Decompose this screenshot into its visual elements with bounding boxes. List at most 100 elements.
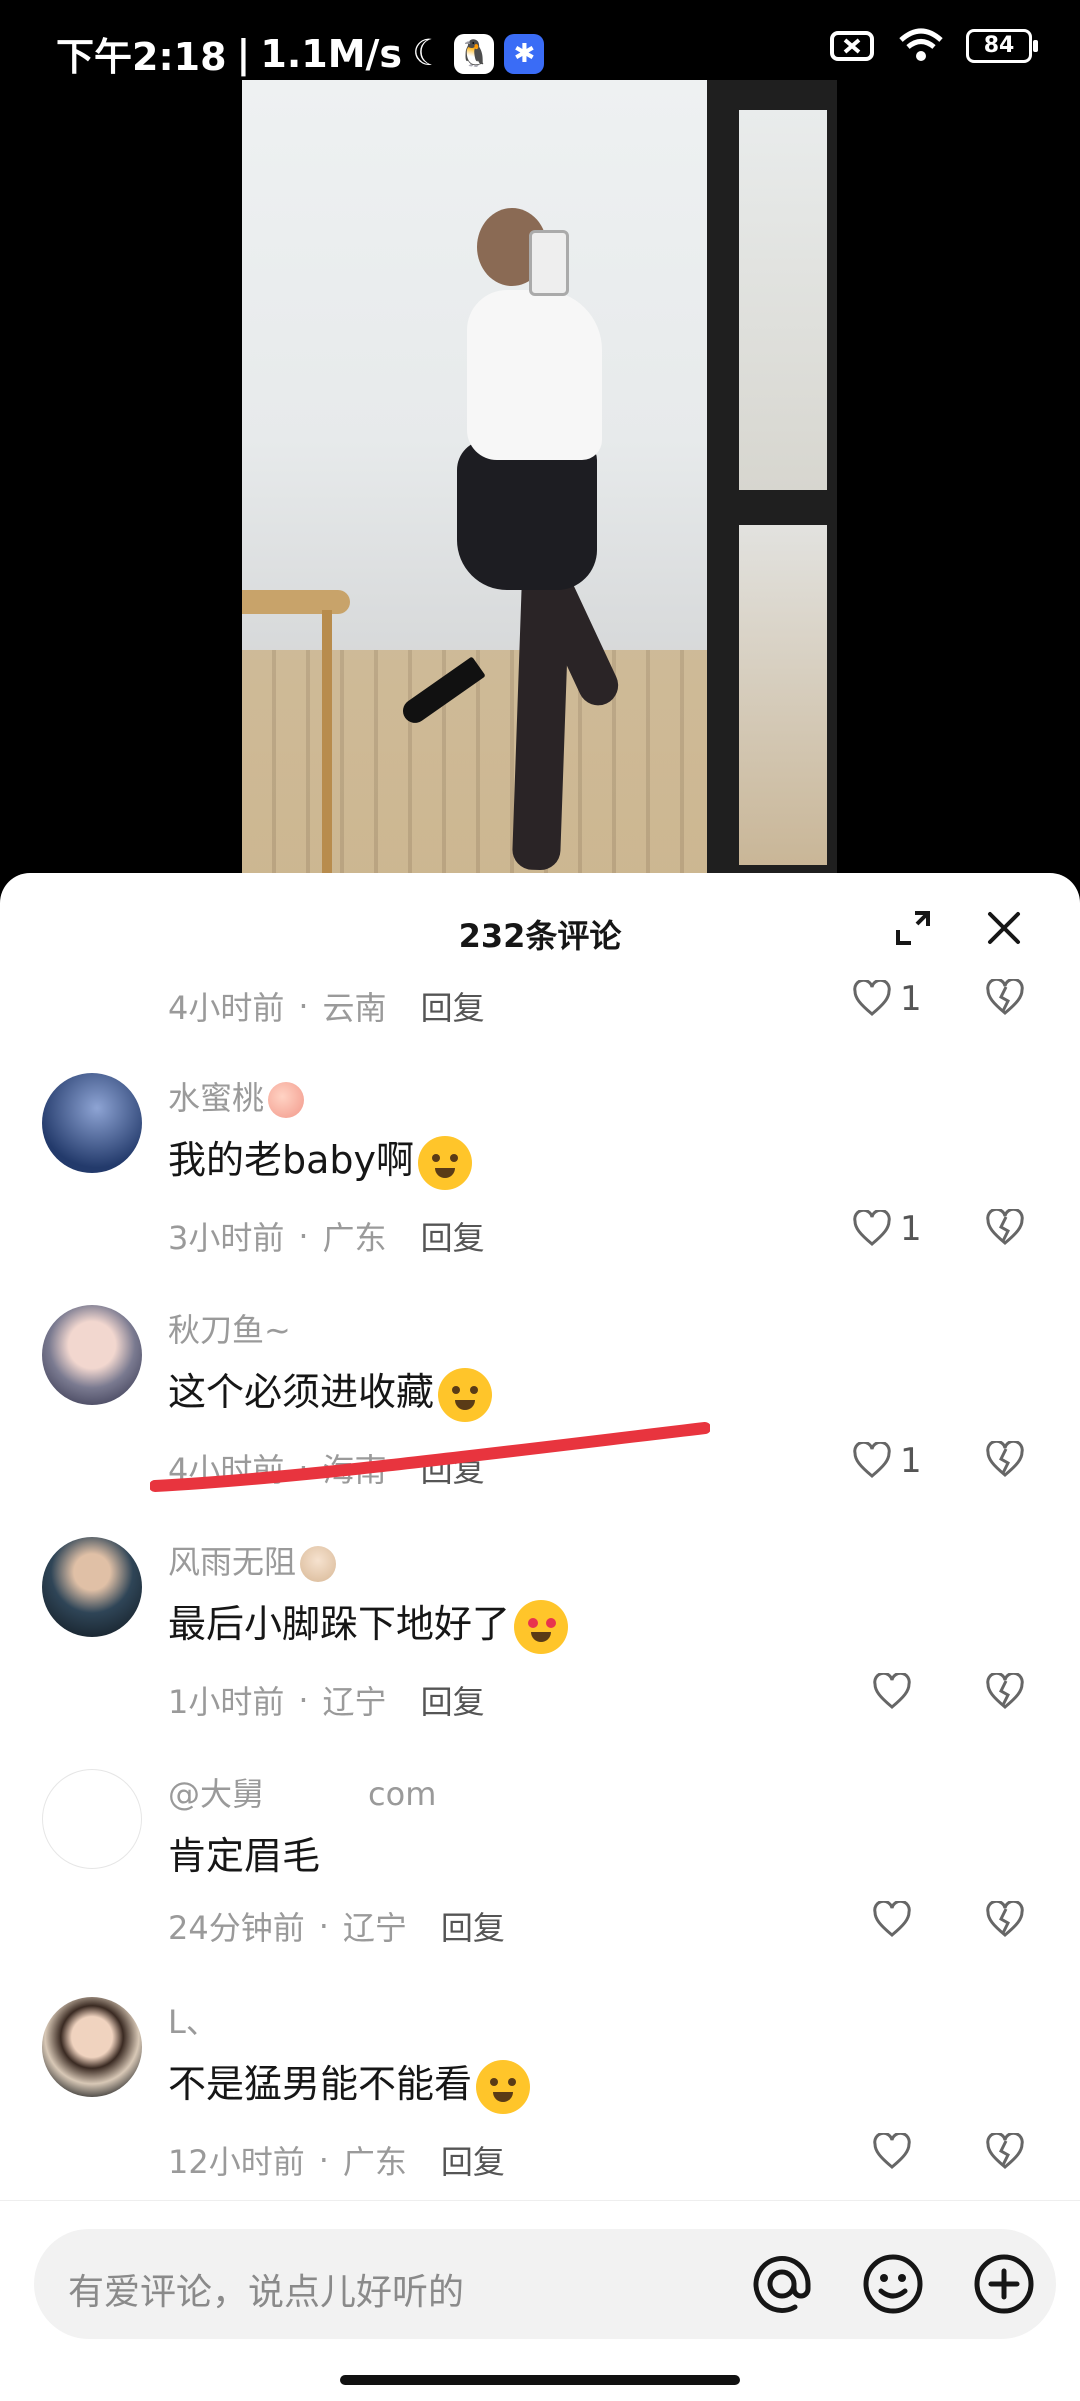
heart-icon <box>873 1673 911 1709</box>
broken-heart-icon <box>986 1209 1024 1245</box>
status-divider: | <box>236 31 251 76</box>
rolling-laugh-emoji <box>476 2059 531 2114</box>
comment-item: 风雨无阻 最后小脚跺下地好了 1小时前 · 辽宁 回复 <box>0 1537 1080 1767</box>
comment-input[interactable]: 有爱评论，说点儿好听的 <box>34 2229 1056 2339</box>
status-bar: 下午2:18 | 1.1M/s ☾ 🐧 ✱ 84 <box>0 0 1080 80</box>
video-player[interactable] <box>0 80 1080 880</box>
meta-dot: · <box>298 1217 309 1255</box>
comment-input-placeholder[interactable]: 有爱评论，说点儿好听的 <box>68 2263 464 2315</box>
like-count: 1 <box>900 979 922 1019</box>
comments-header: 232条评论 <box>0 873 1080 983</box>
video-frame <box>242 80 837 880</box>
status-left: 下午2:18 | 1.1M/s ☾ 🐧 ✱ <box>56 26 545 81</box>
status-time: 下午2:18 <box>56 35 227 79</box>
comment-location: 广东 <box>342 2143 407 2181</box>
like-button[interactable] <box>872 1901 912 1939</box>
person-skirt <box>457 440 597 590</box>
comment-username[interactable]: @大舅 com <box>168 1769 436 1815</box>
meta-dot: · <box>298 1681 309 1719</box>
comment-text-content: 不是猛男能不能看 <box>168 2062 473 2106</box>
mention-icon[interactable] <box>749 2251 815 2317</box>
comment-item: @大舅 com 肯定眉毛 24分钟前 · 辽宁 回复 <box>0 1769 1080 1999</box>
person-phone <box>529 230 569 296</box>
like-count: 1 <box>900 1441 922 1481</box>
like-button[interactable]: 1 <box>852 979 922 1019</box>
person-figure <box>398 200 657 880</box>
username-text: @大舅 <box>168 1775 265 1813</box>
broken-heart-icon <box>986 1901 1024 1937</box>
dislike-button[interactable] <box>985 2133 1025 2171</box>
meta-dot: · <box>318 1907 329 1945</box>
heart-eyes-emoji <box>514 1599 569 1654</box>
dislike-button[interactable] <box>985 1209 1025 1247</box>
close-icon[interactable] <box>982 906 1026 950</box>
comment-username[interactable]: 水蜜桃 <box>168 1073 305 1119</box>
network-speed: 1.1M/s <box>260 31 403 76</box>
home-indicator[interactable] <box>340 2375 740 2385</box>
crying-laugh-emoji <box>438 1367 493 1422</box>
comment-time: 3小时前 <box>168 1219 285 1257</box>
reply-button[interactable]: 回复 <box>421 1213 485 1259</box>
like-button[interactable] <box>872 2133 912 2171</box>
comment-username[interactable]: 风雨无阻 <box>168 1537 337 1583</box>
heart-icon <box>873 2133 911 2169</box>
like-button[interactable]: 1 <box>852 1209 922 1249</box>
dislike-button[interactable] <box>985 1441 1025 1479</box>
comment-text-content: 我的老baby啊 <box>168 1138 415 1182</box>
comment-location: 云南 <box>322 989 387 1027</box>
comment-time: 24分钟前 <box>168 1909 305 1947</box>
comment-meta: 4小时前 · 云南 回复 <box>168 983 485 1029</box>
avatar[interactable] <box>42 1073 142 1173</box>
comment-time: 12小时前 <box>168 2143 305 2181</box>
dislike-button[interactable] <box>985 979 1025 1017</box>
avatar[interactable] <box>42 1305 142 1405</box>
broken-heart-icon <box>986 1441 1024 1477</box>
reply-button[interactable]: 回复 <box>441 1903 505 1949</box>
comments-sheet: 232条评论 4小时前 · 云南 回复 1 水蜜桃 我的老baby啊 3小时前 … <box>0 873 1080 2400</box>
comment-time: 4小时前 <box>168 989 285 1027</box>
comment-item: 水蜜桃 我的老baby啊 3小时前 · 广东 回复 1 <box>0 1073 1080 1303</box>
avatar[interactable] <box>42 1769 142 1869</box>
qq-icon: 🐧 <box>454 33 495 74</box>
reply-button[interactable]: 回复 <box>441 2137 505 2183</box>
avatar[interactable] <box>42 1537 142 1637</box>
comment-text-content: 最后小脚跺下地好了 <box>168 1602 511 1646</box>
emoji-icon[interactable] <box>860 2251 926 2317</box>
reply-button[interactable]: 回复 <box>421 983 485 1029</box>
heart-icon <box>853 1210 891 1246</box>
broken-heart-icon <box>986 2133 1024 2169</box>
heart-icon <box>873 1901 911 1937</box>
wifi-icon <box>899 28 943 61</box>
comment-text: 这个必须进收藏 <box>168 1361 493 1422</box>
expand-icon[interactable] <box>893 908 933 948</box>
heart-icon <box>853 980 891 1016</box>
comment-username[interactable]: 秋刀鱼~ <box>168 1305 291 1351</box>
like-count: 1 <box>900 1209 922 1249</box>
comment-meta: 24分钟前 · 辽宁 回复 <box>168 1903 505 1949</box>
username-text: 水蜜桃 <box>168 1079 265 1117</box>
peach-emoji <box>268 1082 305 1118</box>
window-pane-lower <box>739 525 827 865</box>
comment-time: 1小时前 <box>168 1683 285 1721</box>
comment-username[interactable]: L、 <box>168 1997 218 2043</box>
person-leg <box>511 569 571 871</box>
comment-input-bar: 有爱评论，说点儿好听的 <box>0 2200 1080 2401</box>
like-button[interactable]: 1 <box>852 1441 922 1481</box>
comment-location: 广东 <box>322 1219 387 1257</box>
reply-button[interactable]: 回复 <box>421 1677 485 1723</box>
broken-heart-icon <box>986 979 1024 1015</box>
comment-text: 不是猛男能不能看 <box>168 2053 531 2114</box>
dislike-button[interactable] <box>985 1673 1025 1711</box>
add-icon[interactable] <box>971 2251 1037 2317</box>
battery-icon: 84 <box>966 29 1038 63</box>
pleading-emoji <box>418 1135 473 1190</box>
comment-meta: 12小时前 · 广东 回复 <box>168 2137 505 2183</box>
comment-item: L、 不是猛男能不能看 12小时前 · 广东 回复 <box>0 1997 1080 2227</box>
battery-level: 84 <box>983 33 1015 58</box>
avatar[interactable] <box>42 1997 142 2097</box>
dislike-button[interactable] <box>985 1901 1025 1939</box>
like-button[interactable] <box>872 1673 912 1711</box>
sim-off-icon <box>830 31 874 61</box>
comment-item: 4小时前 · 云南 回复 1 <box>0 979 1080 1063</box>
username-suffix: com <box>368 1775 437 1813</box>
